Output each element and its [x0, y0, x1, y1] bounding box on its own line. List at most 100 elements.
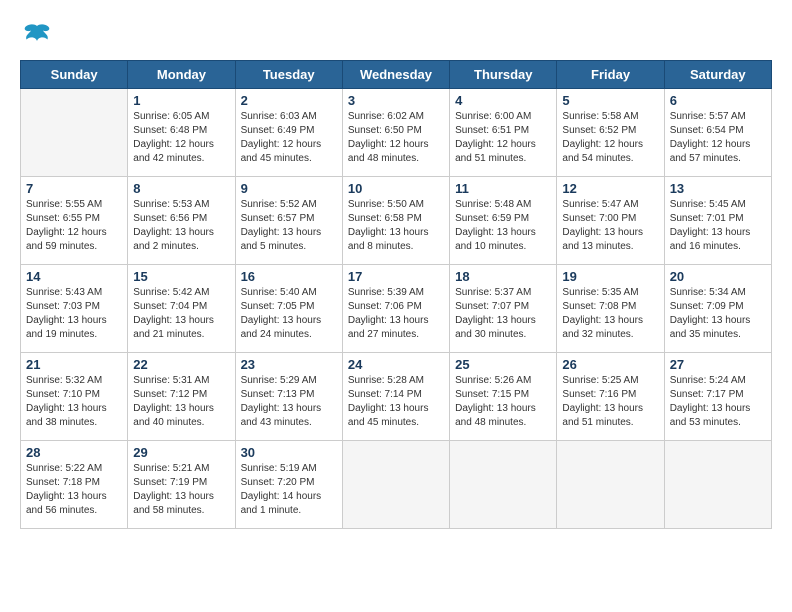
header-sunday: Sunday [21, 61, 128, 89]
day-number: 14 [26, 269, 122, 284]
calendar-cell: 16 Sunrise: 5:40 AM Sunset: 7:05 PM Dayli… [235, 265, 342, 353]
day-info: Sunrise: 5:39 AM Sunset: 7:06 PM Dayligh… [348, 286, 444, 342]
calendar-cell: 17 Sunrise: 5:39 AM Sunset: 7:06 PM Dayli… [342, 265, 449, 353]
day-number: 15 [133, 269, 229, 284]
day-info: Sunrise: 5:24 AM Sunset: 7:17 PM Dayligh… [670, 374, 766, 430]
calendar-cell: 24 Sunrise: 5:28 AM Sunset: 7:14 PM Dayli… [342, 353, 449, 441]
day-number: 24 [348, 357, 444, 372]
day-info: Sunrise: 5:40 AM Sunset: 7:05 PM Dayligh… [241, 286, 337, 342]
day-number: 6 [670, 93, 766, 108]
calendar-cell: 3 Sunrise: 6:02 AM Sunset: 6:50 PM Daylig… [342, 89, 449, 177]
day-number: 3 [348, 93, 444, 108]
day-number: 13 [670, 181, 766, 196]
header-monday: Monday [128, 61, 235, 89]
calendar-week-5: 28 Sunrise: 5:22 AM Sunset: 7:18 PM Dayli… [21, 441, 772, 529]
day-info: Sunrise: 5:26 AM Sunset: 7:15 PM Dayligh… [455, 374, 551, 430]
day-number: 19 [562, 269, 658, 284]
day-number: 18 [455, 269, 551, 284]
header-thursday: Thursday [450, 61, 557, 89]
day-number: 22 [133, 357, 229, 372]
day-info: Sunrise: 5:55 AM Sunset: 6:55 PM Dayligh… [26, 198, 122, 254]
calendar-cell [21, 89, 128, 177]
day-info: Sunrise: 5:22 AM Sunset: 7:18 PM Dayligh… [26, 462, 122, 518]
day-number: 9 [241, 181, 337, 196]
day-number: 20 [670, 269, 766, 284]
calendar-cell [342, 441, 449, 529]
calendar-cell: 8Sunrise: 5:53 AM Sunset: 6:56 PM Daylig… [128, 177, 235, 265]
day-number: 23 [241, 357, 337, 372]
calendar-cell: 22 Sunrise: 5:31 AM Sunset: 7:12 PM Dayli… [128, 353, 235, 441]
day-number: 30 [241, 445, 337, 460]
day-info: Sunrise: 5:45 AM Sunset: 7:01 PM Dayligh… [670, 198, 766, 254]
calendar-cell: 27 Sunrise: 5:24 AM Sunset: 7:17 PM Dayli… [664, 353, 771, 441]
day-info: Sunrise: 5:35 AM Sunset: 7:08 PM Dayligh… [562, 286, 658, 342]
calendar-cell: 15 Sunrise: 5:42 AM Sunset: 7:04 PM Dayli… [128, 265, 235, 353]
day-info: Sunrise: 5:31 AM Sunset: 7:12 PM Dayligh… [133, 374, 229, 430]
calendar-table: SundayMondayTuesdayWednesdayThursdayFrid… [20, 60, 772, 529]
day-info: Sunrise: 5:48 AM Sunset: 6:59 PM Dayligh… [455, 198, 551, 254]
calendar-cell: 20 Sunrise: 5:34 AM Sunset: 7:09 PM Dayli… [664, 265, 771, 353]
header-wednesday: Wednesday [342, 61, 449, 89]
calendar-cell: 5 Sunrise: 5:58 AM Sunset: 6:52 PM Daylig… [557, 89, 664, 177]
day-number: 1 [133, 93, 229, 108]
day-number: 8 [133, 181, 229, 196]
calendar-cell [450, 441, 557, 529]
day-number: 26 [562, 357, 658, 372]
day-number: 10 [348, 181, 444, 196]
day-number: 12 [562, 181, 658, 196]
day-info: Sunrise: 5:25 AM Sunset: 7:16 PM Dayligh… [562, 374, 658, 430]
calendar-cell: 30 Sunrise: 5:19 AM Sunset: 7:20 PM Dayli… [235, 441, 342, 529]
calendar-cell: 21Sunrise: 5:32 AM Sunset: 7:10 PM Dayli… [21, 353, 128, 441]
day-number: 29 [133, 445, 229, 460]
calendar-week-2: 7Sunrise: 5:55 AM Sunset: 6:55 PM Daylig… [21, 177, 772, 265]
day-info: Sunrise: 6:03 AM Sunset: 6:49 PM Dayligh… [241, 110, 337, 166]
day-number: 27 [670, 357, 766, 372]
calendar-cell: 14 Sunrise: 5:43 AM Sunset: 7:03 PM Dayli… [21, 265, 128, 353]
calendar-cell: 13 Sunrise: 5:45 AM Sunset: 7:01 PM Dayli… [664, 177, 771, 265]
calendar-cell [557, 441, 664, 529]
day-info: Sunrise: 5:50 AM Sunset: 6:58 PM Dayligh… [348, 198, 444, 254]
calendar-cell: 28 Sunrise: 5:22 AM Sunset: 7:18 PM Dayli… [21, 441, 128, 529]
header-tuesday: Tuesday [235, 61, 342, 89]
calendar-cell: 1Sunrise: 6:05 AM Sunset: 6:48 PM Daylig… [128, 89, 235, 177]
day-info: Sunrise: 5:43 AM Sunset: 7:03 PM Dayligh… [26, 286, 122, 342]
calendar-cell: 25 Sunrise: 5:26 AM Sunset: 7:15 PM Dayli… [450, 353, 557, 441]
calendar-cell: 2 Sunrise: 6:03 AM Sunset: 6:49 PM Daylig… [235, 89, 342, 177]
calendar-week-3: 14 Sunrise: 5:43 AM Sunset: 7:03 PM Dayli… [21, 265, 772, 353]
day-number: 11 [455, 181, 551, 196]
day-info: Sunrise: 5:37 AM Sunset: 7:07 PM Dayligh… [455, 286, 551, 342]
calendar-cell: 9Sunrise: 5:52 AM Sunset: 6:57 PM Daylig… [235, 177, 342, 265]
calendar-cell: 19 Sunrise: 5:35 AM Sunset: 7:08 PM Dayli… [557, 265, 664, 353]
header-saturday: Saturday [664, 61, 771, 89]
page-header [20, 20, 772, 50]
calendar-cell: 23Sunrise: 5:29 AM Sunset: 7:13 PM Dayli… [235, 353, 342, 441]
logo-bird-icon [22, 20, 52, 50]
calendar-cell [664, 441, 771, 529]
calendar-cell: 12Sunrise: 5:47 AM Sunset: 7:00 PM Dayli… [557, 177, 664, 265]
day-info: Sunrise: 6:02 AM Sunset: 6:50 PM Dayligh… [348, 110, 444, 166]
calendar-header-row: SundayMondayTuesdayWednesdayThursdayFrid… [21, 61, 772, 89]
day-info: Sunrise: 5:57 AM Sunset: 6:54 PM Dayligh… [670, 110, 766, 166]
calendar-cell: 11 Sunrise: 5:48 AM Sunset: 6:59 PM Dayli… [450, 177, 557, 265]
calendar-cell: 6 Sunrise: 5:57 AM Sunset: 6:54 PM Daylig… [664, 89, 771, 177]
day-info: Sunrise: 5:42 AM Sunset: 7:04 PM Dayligh… [133, 286, 229, 342]
day-number: 17 [348, 269, 444, 284]
calendar-cell: 7Sunrise: 5:55 AM Sunset: 6:55 PM Daylig… [21, 177, 128, 265]
day-number: 25 [455, 357, 551, 372]
calendar-cell: 26 Sunrise: 5:25 AM Sunset: 7:16 PM Dayli… [557, 353, 664, 441]
day-number: 16 [241, 269, 337, 284]
day-number: 2 [241, 93, 337, 108]
day-info: Sunrise: 5:19 AM Sunset: 7:20 PM Dayligh… [241, 462, 337, 518]
calendar-cell: 18 Sunrise: 5:37 AM Sunset: 7:07 PM Dayli… [450, 265, 557, 353]
day-info: Sunrise: 5:34 AM Sunset: 7:09 PM Dayligh… [670, 286, 766, 342]
calendar-cell: 29Sunrise: 5:21 AM Sunset: 7:19 PM Dayli… [128, 441, 235, 529]
day-number: 21 [26, 357, 122, 372]
calendar-cell: 4Sunrise: 6:00 AM Sunset: 6:51 PM Daylig… [450, 89, 557, 177]
day-info: Sunrise: 5:28 AM Sunset: 7:14 PM Dayligh… [348, 374, 444, 430]
calendar-cell: 10 Sunrise: 5:50 AM Sunset: 6:58 PM Dayli… [342, 177, 449, 265]
day-info: Sunrise: 6:00 AM Sunset: 6:51 PM Dayligh… [455, 110, 551, 166]
calendar-week-4: 21Sunrise: 5:32 AM Sunset: 7:10 PM Dayli… [21, 353, 772, 441]
day-number: 5 [562, 93, 658, 108]
day-number: 28 [26, 445, 122, 460]
day-info: Sunrise: 5:58 AM Sunset: 6:52 PM Dayligh… [562, 110, 658, 166]
